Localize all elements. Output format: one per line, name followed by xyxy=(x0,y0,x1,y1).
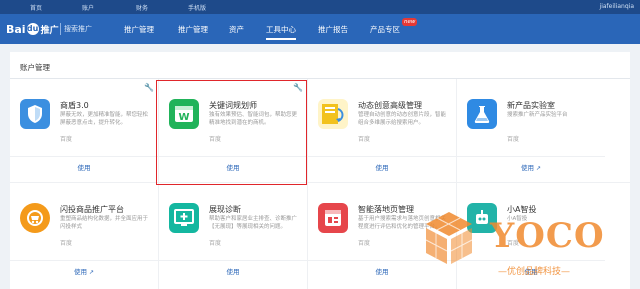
nav-item-products[interactable]: 产品专区 xyxy=(370,24,400,35)
cube-logo-icon xyxy=(425,212,473,264)
card-description: 帮助客户和家居业主排查、诊断推广【无展现】等展现相关的问题。 xyxy=(209,216,298,230)
card-description: 屏蔽无效，更加精准智能，帮您轻松屏蔽恶意点击，提升转化。 xyxy=(60,112,149,126)
dynamic-creative-icon xyxy=(318,99,348,129)
external-link-icon: ↗ xyxy=(89,269,95,276)
card-title: 动态创意高级管理 xyxy=(358,101,422,110)
baidu-logo[interactable]: Bai du 推广 xyxy=(6,21,59,37)
card-description: 管理自动创意的动态创意片段，智能组合多维展示给搜索用户。 xyxy=(358,112,447,126)
tool-card-display-diagnosis[interactable]: 展现诊断 帮助客户和家居业主排查、诊断推广【无展现】等展现相关的问题。 百度 使… xyxy=(159,183,307,283)
watermark: YOCO —优创品牌科技— xyxy=(420,200,640,289)
tool-card-shangdun[interactable]: 🔧 商盾3.0 屏蔽无效，更加精准智能，帮您轻松屏蔽恶意点击，提升转化。 百度 … xyxy=(10,79,158,179)
card-divider xyxy=(457,156,605,157)
main-nav: Bai du 推广 搜索推广 推广管理 推广管理 资产 工具中心 推广报告 产品… xyxy=(0,14,640,44)
paw-icon: du xyxy=(26,23,39,35)
card-title: 闪投商品推广平台 xyxy=(60,205,124,214)
card-title: 商盾3.0 xyxy=(60,101,89,110)
use-button[interactable]: 使用 xyxy=(308,162,456,172)
card-divider xyxy=(10,260,158,261)
use-button-label: 使用 xyxy=(226,268,240,276)
card-source: 百度 xyxy=(358,240,371,247)
card-divider xyxy=(10,156,158,157)
use-button-label: 使用 xyxy=(73,268,87,276)
use-button-label: 使用 xyxy=(520,164,534,172)
card-title: 智能落地页管理 xyxy=(358,205,414,214)
topbar-link-home[interactable]: 首页 xyxy=(30,3,42,12)
highlight-box xyxy=(156,80,307,185)
card-source: 百度 xyxy=(507,136,520,143)
nav-item-tool-center[interactable]: 工具中心 xyxy=(266,24,296,40)
card-source: 百度 xyxy=(358,136,371,143)
use-button[interactable]: 使用 ↗ xyxy=(10,266,158,276)
tool-card-new-product-lab[interactable]: 新产品实验室 搜索推广新产品实验平台 百度 使用 ↗ xyxy=(457,79,605,179)
watermark-slogan: —优创品牌科技— xyxy=(498,267,571,277)
topbar-link-mobile[interactable]: 手机版 xyxy=(188,3,206,12)
top-utility-bar: 首页 账户 财务 手机版 jiafeilianqia xyxy=(0,0,640,14)
section-title: 账户管理 xyxy=(20,63,50,72)
logo-divider xyxy=(60,23,61,35)
use-button-label: 使用 xyxy=(375,268,389,276)
card-title: 展现诊断 xyxy=(209,205,241,214)
topbar-link-account[interactable]: 账户 xyxy=(82,3,94,12)
use-button[interactable]: 使用 ↗ xyxy=(457,162,605,172)
user-name[interactable]: jiafeilianqia xyxy=(600,3,634,10)
tool-card-dynamic-creative[interactable]: 动态创意高级管理 管理自动创意的动态创意片段，智能组合多维展示给搜索用户。 百度… xyxy=(308,79,456,179)
flash-cart-icon xyxy=(20,203,50,233)
card-title: 新产品实验室 xyxy=(507,101,555,110)
logo-text: Bai xyxy=(6,22,26,36)
card-source: 百度 xyxy=(60,240,73,247)
nav-item-campaign[interactable]: 推广管理 xyxy=(124,24,154,35)
use-button-label: 使用 xyxy=(375,164,389,172)
use-button[interactable]: 使用 xyxy=(10,162,158,172)
external-link-icon: ↗ xyxy=(536,165,542,172)
use-button-label: 使用 xyxy=(77,164,91,172)
watermark-brand: YOCO xyxy=(490,216,605,256)
display-diagnosis-icon xyxy=(169,203,199,233)
logo-suffix: 推广 xyxy=(40,25,59,36)
lab-flask-icon xyxy=(467,99,497,129)
topbar-link-finance[interactable]: 财务 xyxy=(136,3,148,12)
new-badge: new xyxy=(402,18,418,26)
card-source: 百度 xyxy=(209,240,222,247)
nav-item-assets[interactable]: 资产 xyxy=(229,24,244,35)
nav-item-report[interactable]: 推广报告 xyxy=(318,24,348,35)
card-divider xyxy=(159,260,307,261)
wrench-icon[interactable]: 🔧 xyxy=(144,83,154,92)
nav-item-campaign-2[interactable]: 推广管理 xyxy=(178,24,208,35)
logo-subtitle: 搜索推广 xyxy=(64,25,92,33)
landing-page-icon xyxy=(318,203,348,233)
card-divider xyxy=(308,156,456,157)
use-button[interactable]: 使用 xyxy=(159,266,307,276)
card-source: 百度 xyxy=(60,136,73,143)
tool-card-flash-product[interactable]: 闪投商品推广平台 重塑商品结构化数据，并全面应用于闪投样式 百度 使用 ↗ xyxy=(10,183,158,283)
card-description: 重塑商品结构化数据，并全面应用于闪投样式 xyxy=(60,216,149,230)
card-description: 搜索推广新产品实验平台 xyxy=(507,112,568,118)
shield-icon xyxy=(20,99,50,129)
